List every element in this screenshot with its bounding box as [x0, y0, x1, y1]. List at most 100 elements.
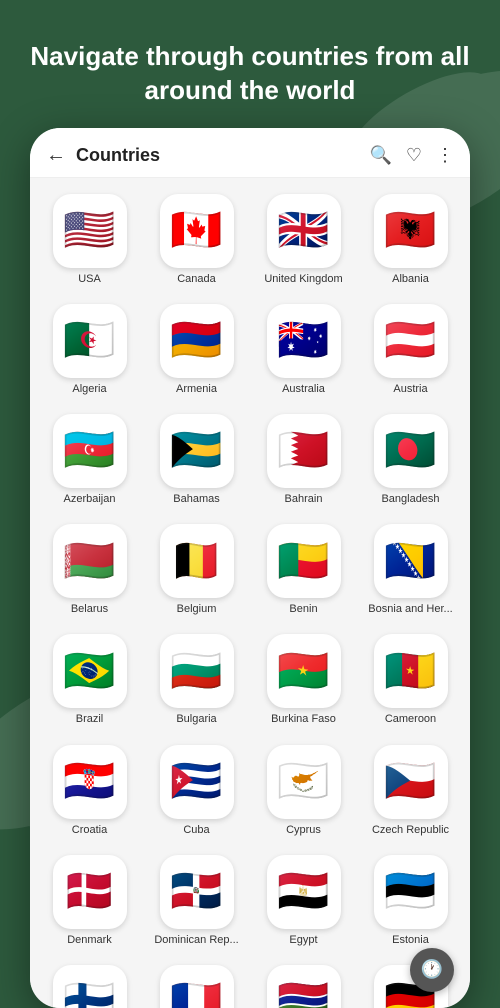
- country-name: Cuba: [183, 824, 209, 837]
- flag-icon: 🇺🇸: [53, 194, 127, 268]
- country-name: Bulgaria: [176, 713, 216, 726]
- country-item[interactable]: 🇦🇿 Azerbaijan: [38, 408, 141, 514]
- country-item[interactable]: 🇧🇫 Burkina Faso: [252, 628, 355, 734]
- country-item[interactable]: 🇨🇲 Cameroon: [359, 628, 462, 734]
- country-item[interactable]: 🇨🇿 Czech Republic: [359, 739, 462, 845]
- country-name: Egypt: [289, 934, 317, 947]
- flag-icon: 🇦🇲: [160, 304, 234, 378]
- flag-icon: 🇦🇱: [374, 194, 448, 268]
- country-item[interactable]: 🇪🇪 Estonia: [359, 849, 462, 955]
- country-name: Burkina Faso: [271, 713, 336, 726]
- country-name: Algeria: [72, 383, 106, 396]
- flag-icon: 🇪🇬: [267, 855, 341, 929]
- countries-grid: 🇺🇸 USA 🇨🇦 Canada 🇬🇧 United Kingdom 🇦🇱 Albania 🇩🇿…: [30, 178, 470, 1008]
- country-item[interactable]: 🇧🇸 Bahamas: [145, 408, 248, 514]
- flag-icon: 🇩🇿: [53, 304, 127, 378]
- country-item[interactable]: 🇪🇬 Egypt: [252, 849, 355, 955]
- country-name: USA: [78, 273, 101, 286]
- country-item[interactable]: 🇧🇦 Bosnia and Her...: [359, 518, 462, 624]
- country-name: Canada: [177, 273, 216, 286]
- country-name: Croatia: [72, 824, 107, 837]
- country-item[interactable]: 🇩🇴 Dominican Rep...: [145, 849, 248, 955]
- flag-icon: 🇦🇿: [53, 414, 127, 488]
- country-name: Belgium: [177, 603, 217, 616]
- country-item[interactable]: 🇧🇭 Bahrain: [252, 408, 355, 514]
- flag-icon: 🇧🇪: [160, 524, 234, 598]
- flag-icon: 🇭🇷: [53, 745, 127, 819]
- flag-icon: 🇧🇸: [160, 414, 234, 488]
- country-item[interactable]: 🇧🇬 Bulgaria: [145, 628, 248, 734]
- country-item[interactable]: 🇭🇷 Croatia: [38, 739, 141, 845]
- country-item[interactable]: 🇫🇮Finland: [38, 959, 141, 1008]
- country-item[interactable]: 🇦🇲 Armenia: [145, 298, 248, 404]
- flag-icon: 🇨🇿: [374, 745, 448, 819]
- country-name: Czech Republic: [372, 824, 449, 837]
- app-title: Countries: [76, 145, 369, 166]
- flag-icon: 🇪🇪: [374, 855, 448, 929]
- country-item[interactable]: 🇦🇱 Albania: [359, 188, 462, 294]
- country-name: Bahamas: [173, 493, 219, 506]
- flag-icon: 🇧🇦: [374, 524, 448, 598]
- country-name: Azerbaijan: [64, 493, 116, 506]
- country-name: Bangladesh: [381, 493, 439, 506]
- flag-icon: 🇧🇫: [267, 634, 341, 708]
- flag-icon: 🇧🇬: [160, 634, 234, 708]
- country-item[interactable]: 🇦🇹 Austria: [359, 298, 462, 404]
- country-name: Cyprus: [286, 824, 321, 837]
- flag-icon: 🇦🇹: [374, 304, 448, 378]
- country-item[interactable]: 🇧🇩 Bangladesh: [359, 408, 462, 514]
- flag-icon: 🇫🇷: [160, 965, 234, 1008]
- flag-icon: 🇫🇮: [53, 965, 127, 1008]
- country-name: Bahrain: [285, 493, 323, 506]
- country-name: Belarus: [71, 603, 108, 616]
- country-item[interactable]: 🇧🇷 Brazil: [38, 628, 141, 734]
- country-name: Bosnia and Her...: [368, 603, 452, 616]
- country-name: Australia: [282, 383, 325, 396]
- flag-icon: 🇬🇲: [267, 965, 341, 1008]
- country-name: Dominican Rep...: [154, 934, 238, 947]
- scroll-to-top-button[interactable]: 🕐: [410, 948, 454, 992]
- country-item[interactable]: 🇫🇷France: [145, 959, 248, 1008]
- flag-icon: 🇨🇺: [160, 745, 234, 819]
- header-icons: 🔍 ♡ ⋮: [369, 145, 454, 166]
- country-item[interactable]: 🇬🇲Gambia: [252, 959, 355, 1008]
- country-name: United Kingdom: [264, 273, 342, 286]
- country-item[interactable]: 🇩🇰 Denmark: [38, 849, 141, 955]
- favorites-icon[interactable]: ♡: [406, 145, 422, 166]
- flag-icon: 🇩🇴: [160, 855, 234, 929]
- country-item[interactable]: 🇨🇦 Canada: [145, 188, 248, 294]
- country-name: Brazil: [76, 713, 104, 726]
- country-name: Cameroon: [385, 713, 436, 726]
- flag-icon: 🇧🇩: [374, 414, 448, 488]
- flag-icon: 🇧🇷: [53, 634, 127, 708]
- flag-icon: 🇧🇭: [267, 414, 341, 488]
- flag-icon: 🇬🇧: [267, 194, 341, 268]
- country-item[interactable]: 🇦🇺 Australia: [252, 298, 355, 404]
- country-item[interactable]: 🇺🇸 USA: [38, 188, 141, 294]
- country-name: Armenia: [176, 383, 217, 396]
- country-item[interactable]: 🇨🇾 Cyprus: [252, 739, 355, 845]
- country-item[interactable]: 🇩🇿 Algeria: [38, 298, 141, 404]
- country-name: Benin: [289, 603, 317, 616]
- more-icon[interactable]: ⋮: [436, 145, 454, 166]
- country-name: Albania: [392, 273, 429, 286]
- flag-icon: 🇧🇾: [53, 524, 127, 598]
- flag-icon: 🇨🇲: [374, 634, 448, 708]
- flag-icon: 🇦🇺: [267, 304, 341, 378]
- back-button[interactable]: ←: [46, 144, 66, 167]
- country-item[interactable]: 🇧🇯 Benin: [252, 518, 355, 624]
- country-item[interactable]: 🇨🇺 Cuba: [145, 739, 248, 845]
- country-item[interactable]: 🇧🇪 Belgium: [145, 518, 248, 624]
- flag-icon: 🇧🇯: [267, 524, 341, 598]
- country-name: Denmark: [67, 934, 112, 947]
- country-name: Austria: [393, 383, 427, 396]
- flag-icon: 🇨🇾: [267, 745, 341, 819]
- page-header-title: Navigate through countries from all arou…: [0, 0, 500, 128]
- flag-icon: 🇩🇰: [53, 855, 127, 929]
- country-name: Estonia: [392, 934, 429, 947]
- country-item[interactable]: 🇧🇾 Belarus: [38, 518, 141, 624]
- search-icon[interactable]: 🔍: [369, 145, 391, 166]
- flag-icon: 🇨🇦: [160, 194, 234, 268]
- phone-container: ← Countries 🔍 ♡ ⋮ 🇺🇸 USA 🇨🇦 Canada 🇬🇧 United …: [30, 128, 470, 1008]
- country-item[interactable]: 🇬🇧 United Kingdom: [252, 188, 355, 294]
